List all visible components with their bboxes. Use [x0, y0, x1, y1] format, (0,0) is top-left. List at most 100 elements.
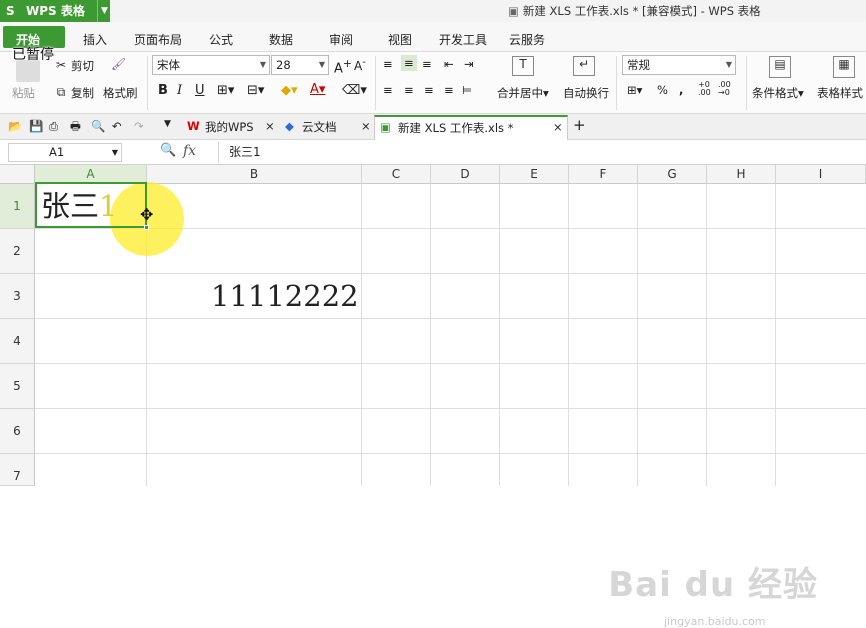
table-style-button[interactable]: 表格样式: [817, 85, 863, 101]
paste-button[interactable]: 粘贴: [12, 85, 35, 101]
formula-input[interactable]: 张三1: [218, 142, 866, 163]
tab-view[interactable]: 视图: [388, 31, 412, 48]
doc-tab-active[interactable]: ▣ 新建 XLS 工作表.xls * ×: [374, 115, 568, 140]
table-style-icon[interactable]: ▦: [833, 56, 855, 78]
row-header-1[interactable]: 1: [0, 184, 35, 229]
export-pdf-icon[interactable]: ⎙: [49, 119, 58, 134]
font-size-select[interactable]: 28 ▼: [271, 55, 329, 75]
align-top-icon[interactable]: ≡: [383, 57, 393, 71]
indent-increase-icon[interactable]: ⇥: [464, 57, 474, 71]
comma-button[interactable]: ,: [679, 83, 683, 97]
tab-page-layout[interactable]: 页面布局: [134, 31, 182, 48]
name-box[interactable]: A1 ▼: [8, 143, 122, 162]
align-bottom-icon[interactable]: ≡: [422, 57, 432, 71]
row-header-5[interactable]: 5: [0, 364, 35, 409]
merge-center-button[interactable]: 合并居中▾: [497, 85, 549, 101]
conditional-format-button[interactable]: 条件格式▾: [752, 85, 804, 101]
column-header-c[interactable]: C: [362, 165, 431, 184]
tab-developer[interactable]: 开发工具: [439, 31, 487, 48]
doc-tab-my-wps[interactable]: 我的WPS: [205, 119, 254, 135]
baidu-watermark-url: jingyan.baidu.com: [664, 615, 766, 628]
fill-handle[interactable]: [144, 225, 149, 230]
align-left-icon[interactable]: ≡: [383, 83, 393, 97]
tab-cloud[interactable]: 云服务: [509, 31, 545, 48]
close-icon[interactable]: ×: [553, 120, 563, 134]
conditional-format-icon[interactable]: ▤: [769, 56, 791, 78]
tab-insert[interactable]: 插入: [83, 31, 107, 48]
format-painter-button[interactable]: 格式刷: [103, 85, 138, 101]
column-header-f[interactable]: F: [569, 165, 638, 184]
font-name-select[interactable]: 宋体 ▼: [152, 55, 270, 75]
function-icon[interactable]: fx: [183, 143, 196, 159]
clear-format-icon[interactable]: ⌫▾: [342, 83, 367, 98]
window-title: ▣ 新建 XLS 工作表.xls * [兼容模式] - WPS 表格: [508, 3, 761, 19]
print-preview-icon[interactable]: 🔍: [91, 119, 105, 133]
number-format-select[interactable]: 常规 ▼: [622, 55, 736, 75]
close-icon[interactable]: ×: [361, 119, 371, 133]
copy-icon[interactable]: ⧉: [54, 85, 68, 99]
gridline: [775, 184, 776, 486]
column-header-e[interactable]: E: [500, 165, 569, 184]
spreadsheet-grid[interactable]: A B C D E F G H I 1 2 3 4 5 6 7 张三1 1111…: [0, 165, 866, 628]
increase-decimal-icon[interactable]: +0.00: [698, 81, 711, 97]
app-menu-button[interactable]: S WPS 表格 ▼: [0, 0, 110, 22]
row-header-4[interactable]: 4: [0, 319, 35, 364]
zoom-icon[interactable]: 🔍: [160, 143, 176, 158]
indent-decrease-icon[interactable]: ⇤: [444, 57, 454, 71]
increase-font-icon[interactable]: A+: [334, 57, 352, 76]
justify-icon[interactable]: ≡: [444, 83, 454, 97]
chevron-down-icon: ▼: [725, 60, 732, 69]
save-icon[interactable]: 💾: [29, 119, 43, 133]
underline-icon[interactable]: U: [195, 83, 205, 98]
row-header-6[interactable]: 6: [0, 409, 35, 454]
font-color-icon[interactable]: A▾: [310, 82, 325, 97]
tab-review[interactable]: 审阅: [329, 31, 353, 48]
customize-icon[interactable]: ▼: [164, 119, 171, 129]
row-header-7[interactable]: 7: [0, 454, 35, 486]
decrease-font-icon[interactable]: A-: [354, 57, 366, 73]
distribute-icon[interactable]: ⊨: [462, 83, 472, 97]
cell-b3[interactable]: 11112222: [211, 277, 359, 315]
decrease-decimal-icon[interactable]: .00 →0: [718, 81, 731, 97]
merge-style-icon[interactable]: ⊟▾: [247, 83, 264, 98]
currency-icon[interactable]: ⊞▾: [627, 83, 642, 97]
italic-icon[interactable]: I: [177, 83, 182, 98]
column-header-g[interactable]: G: [638, 165, 707, 184]
new-tab-icon[interactable]: +: [573, 116, 586, 134]
close-icon[interactable]: ×: [265, 119, 275, 133]
scissors-icon[interactable]: ✂: [54, 58, 68, 72]
open-icon[interactable]: 📂: [8, 119, 22, 133]
copy-button[interactable]: 复制: [71, 85, 94, 101]
print-icon[interactable]: 🖶: [70, 119, 81, 138]
align-center-icon[interactable]: ≡: [404, 83, 414, 97]
percent-button[interactable]: %: [657, 83, 668, 97]
app-title: WPS 表格: [26, 4, 85, 18]
chevron-down-icon: ▼: [97, 0, 108, 22]
align-right-icon[interactable]: ≡: [424, 83, 434, 97]
format-painter-icon[interactable]: 🖌: [111, 57, 126, 71]
bold-icon[interactable]: B: [158, 83, 168, 98]
column-header-h[interactable]: H: [707, 165, 776, 184]
column-header-d[interactable]: D: [431, 165, 500, 184]
baidu-watermark: Bai du 经验: [608, 565, 818, 605]
undo-icon[interactable]: ↶: [112, 119, 122, 133]
merge-center-icon[interactable]: T: [512, 56, 534, 76]
redo-icon[interactable]: ↷: [134, 119, 144, 133]
cut-button[interactable]: 剪切: [71, 58, 94, 74]
divider: [746, 56, 747, 110]
row-header-3[interactable]: 3: [0, 274, 35, 319]
wrap-text-icon[interactable]: ↵: [573, 56, 595, 76]
wrap-text-button[interactable]: 自动换行: [563, 85, 609, 101]
column-header-i[interactable]: I: [776, 165, 866, 184]
row-header-2[interactable]: 2: [0, 229, 35, 274]
tab-data[interactable]: 数据: [269, 31, 293, 48]
select-all-corner[interactable]: [0, 165, 35, 184]
column-header-b[interactable]: B: [147, 165, 362, 184]
tab-formulas[interactable]: 公式: [209, 31, 233, 48]
wps-logo-icon: S: [6, 4, 15, 18]
border-icon[interactable]: ⊞▾: [217, 83, 234, 98]
align-middle-icon[interactable]: ≡: [401, 55, 417, 71]
doc-tab-cloud[interactable]: 云文档: [302, 119, 337, 135]
fill-color-icon[interactable]: ◆▾: [281, 83, 298, 98]
cell-a1[interactable]: 张三1: [41, 187, 117, 225]
